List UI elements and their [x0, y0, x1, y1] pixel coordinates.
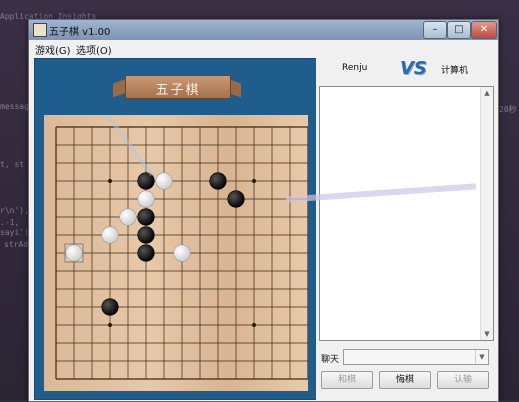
board-panel: 五子棋: [34, 58, 318, 400]
close-button[interactable]: ✕: [471, 21, 497, 39]
white-stone: [155, 172, 173, 190]
scroll-up-icon[interactable]: ▲: [481, 87, 493, 99]
chat-log[interactable]: ▲ ▼: [319, 86, 494, 341]
star-point: [108, 323, 112, 327]
chat-scrollbar[interactable]: ▲ ▼: [480, 87, 493, 340]
star-point: [252, 323, 256, 327]
menu-options[interactable]: 选项(O): [76, 42, 112, 57]
black-stone: [137, 244, 155, 262]
undo-button[interactable]: 悔棋: [379, 371, 431, 389]
black-stone: [101, 298, 119, 316]
draw-button[interactable]: 和棋: [321, 371, 373, 389]
black-stone: [209, 172, 227, 190]
board-grid[interactable]: [44, 115, 308, 391]
black-stone: [227, 190, 245, 208]
right-panel: Renju VS 计算机 ▲ ▼ 聊天 ▼ 和棋 悔棋 认输: [316, 58, 498, 401]
star-point: [108, 179, 112, 183]
maximize-button[interactable]: □: [447, 21, 471, 39]
banner-text: 五子棋: [155, 83, 201, 98]
vs-logo: VS: [400, 58, 427, 79]
app-icon: [33, 23, 47, 37]
white-stone: [137, 190, 155, 208]
chat-label: 聊天: [321, 355, 340, 365]
window-title: 五子棋 v1.00: [49, 27, 111, 38]
player-name: Renju: [342, 63, 368, 73]
bg-text-6: sayi'): [0, 228, 29, 237]
title-banner: 五子棋: [125, 75, 231, 99]
bg-text-3: t, st: [0, 160, 25, 169]
menu-bar: 游戏(G) 选项(O): [29, 40, 498, 57]
white-stone: [119, 208, 137, 226]
black-stone: [137, 208, 155, 226]
bg-text-7: strAd: [4, 240, 29, 249]
scroll-down-icon[interactable]: ▼: [481, 328, 493, 340]
bg-text-4: r\n'),: [0, 206, 29, 215]
gomoku-board[interactable]: [44, 115, 308, 391]
black-stone: [137, 226, 155, 244]
gomoku-window: 五子棋 v1.00 – □ ✕ 游戏(G) 选项(O) 五子棋 Renju VS…: [28, 19, 499, 402]
black-stone: [137, 172, 155, 190]
chat-input[interactable]: ▼: [343, 349, 489, 365]
bg-text-8: 20秒: [499, 105, 517, 114]
resign-button[interactable]: 认输: [437, 371, 489, 389]
minimize-button[interactable]: –: [423, 21, 447, 39]
white-stone: [65, 244, 83, 262]
opponent-name: 计算机: [441, 66, 469, 76]
white-stone: [173, 244, 191, 262]
chevron-down-icon[interactable]: ▼: [475, 350, 488, 364]
menu-game[interactable]: 游戏(G): [35, 42, 71, 57]
title-bar[interactable]: 五子棋 v1.00 – □ ✕: [29, 20, 498, 40]
white-stone: [101, 226, 119, 244]
star-point: [252, 179, 256, 183]
bg-text-5: .-1,: [0, 218, 20, 227]
